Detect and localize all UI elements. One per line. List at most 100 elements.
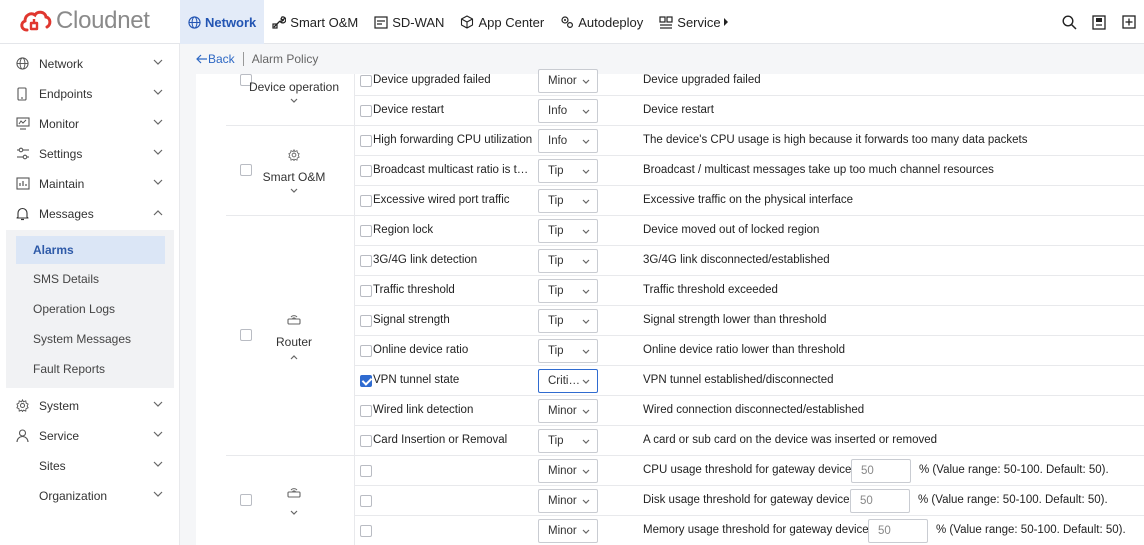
level-select[interactable]: Tip: [538, 429, 598, 453]
row-checkbox[interactable]: [360, 255, 372, 267]
level-value: Info: [548, 105, 568, 117]
sidebar-item-endpoints[interactable]: Endpoints: [0, 79, 180, 109]
chevron-down-icon: [153, 491, 163, 497]
level-select[interactable]: Tip: [538, 249, 598, 273]
level-select[interactable]: Tip: [538, 339, 598, 363]
level-select[interactable]: Tip: [538, 219, 598, 243]
search-button[interactable]: [1054, 0, 1084, 44]
topnav-autodeploy[interactable]: Autodeploy: [552, 0, 651, 44]
level-select[interactable]: Tip: [538, 279, 598, 303]
row-separator: [354, 365, 1144, 366]
sidebar-sub-fault-reports[interactable]: Fault Reports: [16, 355, 165, 383]
topnav-smart-om[interactable]: Smart O&M: [264, 0, 366, 44]
sdwan-icon: [374, 15, 388, 29]
sidebar-item-maintain[interactable]: Maintain: [0, 169, 180, 199]
sidebar-item-messages[interactable]: Messages: [0, 199, 180, 229]
alarm-name: Signal strength: [373, 314, 450, 326]
level-select[interactable]: Info: [538, 99, 598, 123]
sidebar-sub-sms-details[interactable]: SMS Details: [16, 265, 165, 293]
row-checkbox[interactable]: [360, 405, 372, 417]
sidebar-item-settings[interactable]: Settings: [0, 139, 180, 169]
sidebar-item-sites[interactable]: Sites: [0, 451, 180, 481]
group-divider: [354, 74, 355, 545]
sidebar-item-organization[interactable]: Organization: [0, 481, 180, 511]
level-select[interactable]: Tip: [538, 309, 598, 333]
globe-icon: [16, 57, 29, 70]
group-separator: [226, 455, 1144, 456]
chevron-down-icon[interactable]: [290, 98, 298, 104]
group-label-smart-om: Smart O&M: [262, 170, 326, 184]
row-checkbox[interactable]: [360, 435, 372, 447]
chevron-down-icon[interactable]: [290, 510, 298, 516]
level-select[interactable]: Tip: [538, 159, 598, 183]
group-label-device-operation: Device operation: [248, 80, 340, 94]
notebook-button[interactable]: [1084, 0, 1114, 44]
top-nav: Network Smart O&M SD-WAN App Center Auto…: [180, 0, 741, 44]
alarm-description: A card or sub card on the device was ins…: [643, 434, 938, 446]
row-checkbox[interactable]: [360, 465, 372, 477]
sidebar-sub-system-messages[interactable]: System Messages: [16, 325, 165, 353]
topnav-app-center[interactable]: App Center: [452, 0, 552, 44]
level-value: Tip: [548, 285, 564, 297]
row-checkbox[interactable]: [360, 105, 372, 117]
chevron-down-icon[interactable]: [290, 188, 298, 194]
level-select[interactable]: Minor: [538, 459, 598, 483]
chevron-up-icon[interactable]: [290, 354, 298, 360]
disk-threshold-input[interactable]: 50: [850, 489, 910, 513]
row-separator: [354, 185, 1144, 186]
row-separator: [354, 95, 1144, 96]
level-select[interactable]: Minor: [538, 519, 598, 543]
alarm-name: Excessive wired port traffic: [373, 194, 510, 206]
row-checkbox[interactable]: [360, 315, 372, 327]
brand-logo[interactable]: Cloudnet: [18, 6, 150, 36]
row-checkbox[interactable]: [360, 195, 372, 207]
row-checkbox[interactable]: [360, 285, 372, 297]
router-icon: [287, 488, 301, 498]
row-checkbox[interactable]: [360, 135, 372, 147]
level-select[interactable]: Info: [538, 129, 598, 153]
memory-threshold-input[interactable]: 50: [868, 519, 928, 543]
router-icon: [287, 315, 301, 325]
level-value: Minor: [548, 465, 577, 477]
sidebar-item-network[interactable]: Network: [0, 49, 180, 79]
alarm-name: Wired link detection: [373, 404, 474, 416]
row-checkbox[interactable]: [360, 225, 372, 237]
row-checkbox[interactable]: [360, 75, 372, 87]
group-checkbox-gateway[interactable]: [240, 494, 252, 506]
sidebar-item-service[interactable]: Service: [0, 421, 180, 451]
row-checkbox-checked[interactable]: [360, 375, 372, 387]
topnav-sd-wan[interactable]: SD-WAN: [366, 0, 452, 44]
cloud-logo-icon: [20, 10, 52, 32]
sidebar-sub-alarms[interactable]: Alarms: [16, 236, 165, 264]
row-checkbox[interactable]: [360, 165, 372, 177]
chevron-down-icon: [153, 179, 163, 185]
row-checkbox[interactable]: [360, 495, 372, 507]
alarm-description: Device moved out of locked region: [643, 224, 820, 236]
cpu-threshold-input[interactable]: 50: [851, 459, 911, 483]
sidebar-sub-operation-logs[interactable]: Operation Logs: [16, 295, 165, 323]
level-select[interactable]: Criti…: [538, 369, 598, 393]
sidebar-item-system[interactable]: System: [0, 391, 180, 421]
level-value: Tip: [548, 165, 564, 177]
chevron-down-icon: [582, 379, 590, 384]
add-button[interactable]: [1114, 0, 1144, 44]
row-checkbox[interactable]: [360, 525, 372, 537]
user-icon: [16, 429, 29, 443]
alarm-description: Signal strength lower than threshold: [643, 314, 827, 326]
topnav-network[interactable]: Network: [180, 0, 265, 44]
alarm-name: Card Insertion or Removal: [373, 434, 508, 446]
row-checkbox[interactable]: [360, 345, 372, 357]
row-separator: [354, 155, 1144, 156]
sidebar-item-monitor[interactable]: Monitor: [0, 109, 180, 139]
alarm-policy-table: Device operation Smart O&M Router Device…: [196, 69, 1144, 545]
level-select[interactable]: Tip: [538, 189, 598, 213]
level-select[interactable]: Minor: [538, 399, 598, 423]
topnav-service[interactable]: Service: [651, 0, 740, 44]
level-select[interactable]: Minor: [538, 69, 598, 93]
top-actions: [1054, 0, 1144, 44]
back-link[interactable]: Back: [196, 52, 235, 66]
sliders-icon: [17, 147, 29, 160]
level-select[interactable]: Minor: [538, 489, 598, 513]
alarm-name: Region lock: [373, 224, 434, 236]
sidebar-item-label: Sites: [39, 459, 66, 473]
